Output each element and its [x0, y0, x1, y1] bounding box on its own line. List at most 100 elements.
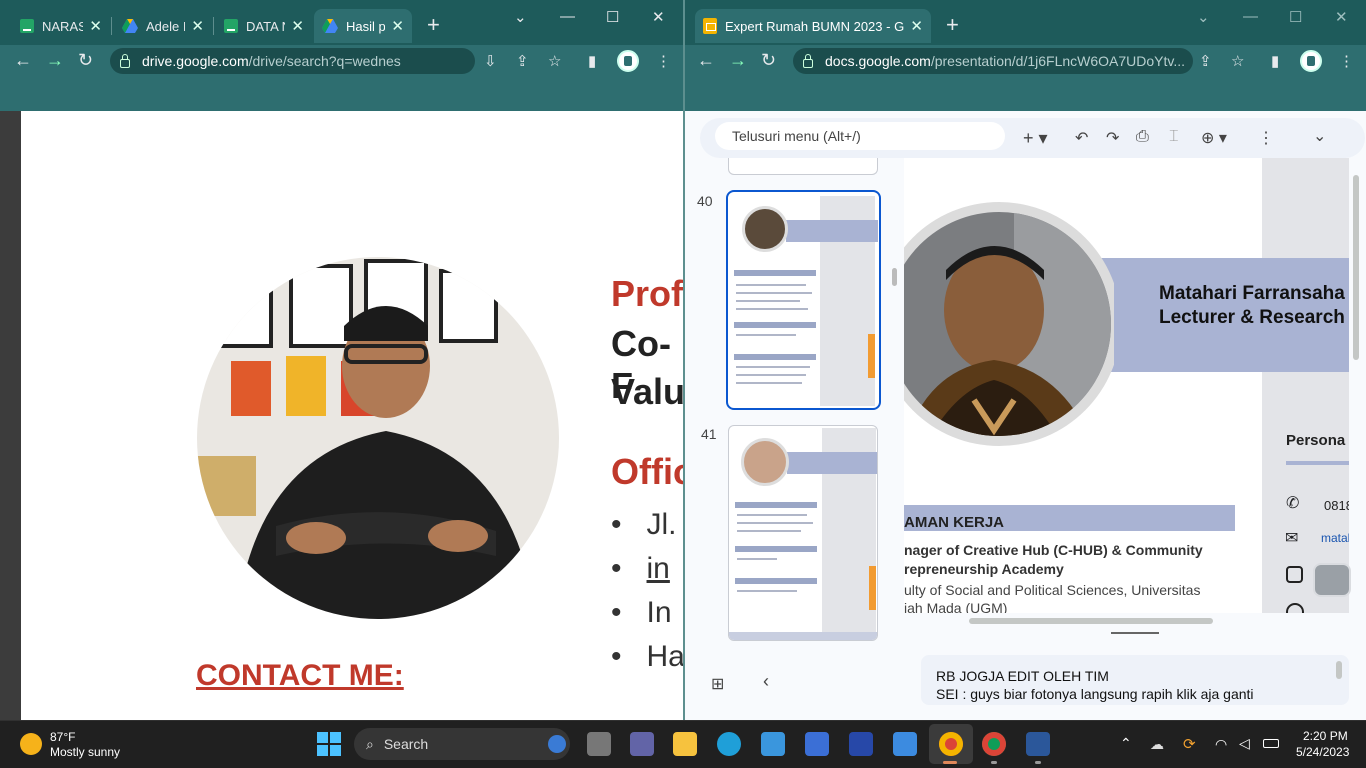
maximize-button[interactable]: ☐ [1289, 8, 1302, 26]
forward-button[interactable]: → [729, 50, 747, 70]
preview-dark-strip [0, 111, 21, 720]
more-options-icon[interactable]: ⋮ [1258, 128, 1274, 148]
lock-icon [120, 53, 130, 68]
search-icon: ⌕ [366, 735, 374, 752]
canvas-horizontal-scrollbar[interactable] [969, 618, 1213, 624]
start-button[interactable] [317, 732, 341, 756]
minimize-button[interactable]: — [1243, 8, 1258, 25]
maximize-button[interactable]: ☐ [606, 8, 619, 26]
notes-scrollbar[interactable] [1336, 661, 1342, 679]
taskbar-search[interactable]: ⌕ Search [354, 728, 570, 760]
close-tab-icon[interactable]: ✕ [89, 17, 102, 35]
left-browser-window: NARAS ✕ Adele I ✕ DATA N ✕ Hasil p ✕ + ⌄… [0, 0, 683, 720]
side-panel-icon[interactable]: ▮ [1271, 52, 1279, 70]
grid-view-icon[interactable]: ⊞ [711, 674, 724, 694]
minimize-button[interactable]: — [560, 8, 575, 25]
menu-kebab-icon[interactable]: ⋮ [656, 52, 671, 70]
contact-heading: CONTACT ME: [196, 659, 404, 692]
redo-icon[interactable]: ↷ [1106, 128, 1119, 148]
tab-naras[interactable]: NARAS ✕ [12, 9, 110, 43]
profile-avatar[interactable] [617, 50, 639, 72]
new-slide-icon[interactable]: + ▾ [1023, 128, 1048, 149]
profile-heading: Prof [611, 273, 683, 314]
canvas-vertical-scrollbar[interactable] [1353, 175, 1359, 360]
profile-photo [197, 257, 559, 619]
back-button[interactable]: ← [697, 50, 715, 70]
new-tab-button[interactable]: + [946, 14, 959, 36]
bookmark-star-icon[interactable]: ☆ [1231, 52, 1244, 70]
file-explorer-icon[interactable] [673, 732, 697, 756]
weather-desc[interactable]: Mostly sunny [50, 745, 120, 759]
show-hidden-icons[interactable]: ⌃ [1120, 735, 1132, 752]
address-bar[interactable]: docs.google.com/presentation/d/1j6FLncW6… [793, 48, 1193, 74]
app-icon[interactable] [805, 732, 829, 756]
menu-search-input[interactable]: Telusuri menu (Alt+/) [715, 122, 1005, 150]
slide-thumbnail-39[interactable] [728, 158, 878, 175]
slide-thumbnail-40[interactable] [726, 190, 881, 410]
side-panel-icon[interactable]: ▮ [588, 52, 596, 70]
store-icon[interactable] [761, 732, 785, 756]
new-tab-button[interactable]: + [427, 14, 440, 36]
todo-icon[interactable] [893, 732, 917, 756]
notes-resize-handle[interactable] [1111, 632, 1159, 634]
tab-expert-rumah-bumn[interactable]: Expert Rumah BUMN 2023 - Goo ✕ [695, 9, 931, 43]
print-icon[interactable]: ⎙ [1136, 128, 1149, 146]
reload-button[interactable]: ↻ [761, 50, 776, 70]
chrome-profile-icon[interactable] [982, 732, 1006, 756]
close-window-button[interactable]: ✕ [652, 8, 665, 26]
chrome-icon[interactable] [939, 732, 963, 756]
address-bar[interactable]: drive.google.com/drive/search?q=wednes [110, 48, 475, 74]
tab-hasil[interactable]: Hasil p ✕ [314, 9, 412, 43]
close-tab-icon[interactable]: ✕ [191, 17, 204, 35]
close-window-button[interactable]: ✕ [1335, 8, 1348, 26]
wifi-icon[interactable]: ◠ [1215, 736, 1227, 753]
zoom-icon[interactable]: ⊕ ▾ [1201, 128, 1227, 148]
profile-avatar[interactable] [1300, 50, 1322, 72]
tab-search-chevron-icon[interactable]: ⌄ [1197, 8, 1210, 26]
share-icon[interactable]: ⇪ [516, 52, 529, 70]
volume-icon[interactable]: ◁ [1239, 735, 1250, 752]
battery-icon[interactable] [1263, 739, 1279, 748]
filmstrip-scrollbar[interactable] [892, 268, 897, 286]
collapse-filmstrip-icon[interactable]: ‹ [763, 671, 769, 692]
edge-icon[interactable] [717, 732, 741, 756]
collapse-chevron-icon[interactable]: ⌄ [1313, 126, 1326, 146]
slide-thumbnail-41[interactable] [728, 425, 878, 641]
slide-number: 41 [701, 426, 717, 442]
floating-slash-widget[interactable] [1313, 563, 1351, 597]
bookmark-star-icon[interactable]: ☆ [548, 52, 561, 70]
close-tab-icon[interactable]: ✕ [910, 17, 923, 35]
close-tab-icon[interactable]: ✕ [391, 17, 404, 35]
share-icon[interactable]: ⇪ [1199, 52, 1212, 70]
presenter-name: Matahari Farransaha [1159, 283, 1345, 304]
speaker-notes[interactable]: RB JOGJA EDIT OLEH TIM SEI : guys biar f… [921, 655, 1349, 705]
reload-button[interactable]: ↻ [78, 50, 93, 70]
preview-page: Prof Co-F Valu Offic • Jl. • in • In • H… [21, 111, 683, 720]
word-icon[interactable] [1026, 732, 1050, 756]
install-icon[interactable]: ⇩ [484, 52, 497, 70]
right-browser-window: Expert Rumah BUMN 2023 - Goo ✕ + ⌄ — ☐ ✕… [685, 0, 1366, 720]
weather-sun-icon[interactable] [20, 733, 42, 755]
close-tab-icon[interactable]: ✕ [291, 17, 304, 35]
task-view-icon[interactable] [587, 732, 611, 756]
bullet-list: • Jl. • in • In • Ha [611, 503, 683, 679]
cloud-icon[interactable]: ☁ [1150, 736, 1164, 753]
left-toolbar-extension [0, 77, 683, 111]
menu-kebab-icon[interactable]: ⋮ [1339, 52, 1354, 70]
app-slash-icon[interactable] [849, 732, 873, 756]
section-heading: AMAN KERJA [904, 514, 1005, 531]
weather-temp[interactable]: 87°F [50, 730, 75, 744]
back-button[interactable]: ← [14, 50, 32, 70]
lock-icon [803, 53, 813, 68]
tab-adele[interactable]: Adele I ✕ [114, 9, 212, 43]
clock-date[interactable]: 5/24/2023 [1296, 745, 1349, 759]
list-item: • In [611, 596, 672, 629]
undo-icon[interactable]: ↶ [1075, 128, 1088, 148]
forward-button[interactable]: → [46, 50, 64, 70]
teams-icon[interactable] [630, 732, 654, 756]
paint-format-icon[interactable]: ⌶ [1169, 128, 1179, 146]
tab-search-chevron-icon[interactable]: ⌄ [514, 8, 527, 26]
sync-icon[interactable]: ⟳ [1183, 735, 1196, 753]
clock-time[interactable]: 2:20 PM [1303, 729, 1348, 743]
tab-data[interactable]: DATA N ✕ [216, 9, 312, 43]
